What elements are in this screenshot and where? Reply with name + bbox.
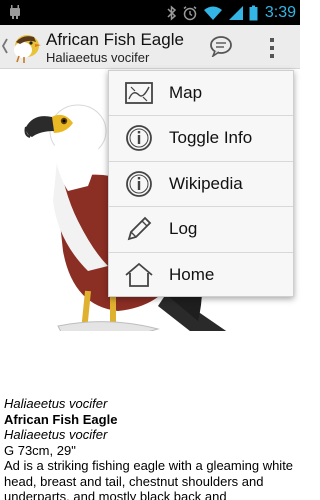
chat-bubble-icon[interactable] xyxy=(209,35,233,62)
scientific-name-repeat: Haliaeetus vocifer xyxy=(4,427,108,442)
android-notification-icon xyxy=(6,3,24,26)
menu-item-label: Log xyxy=(169,219,198,239)
bluetooth-icon xyxy=(167,4,176,21)
menu-item-toggle-info[interactable]: Toggle Info xyxy=(109,116,293,162)
menu-item-map[interactable]: Map xyxy=(109,71,293,117)
menu-item-label: Map xyxy=(169,83,203,102)
pencil-icon xyxy=(127,216,152,241)
app-logo-bird-icon[interactable] xyxy=(10,30,42,64)
action-bar: African Fish Eagle Haliaeetus vocifer xyxy=(0,25,300,69)
map-icon xyxy=(125,82,153,104)
species-description: Haliaeetus vocifer African Fish Eagle Ha… xyxy=(4,396,298,500)
overflow-menu-icon[interactable] xyxy=(266,37,278,59)
status-bar: 3:39 xyxy=(0,0,300,25)
info-icon xyxy=(126,170,152,197)
wifi-icon xyxy=(203,6,222,20)
description-text: Ad is a striking fishing eagle with a gl… xyxy=(4,458,294,500)
alarm-icon xyxy=(183,5,197,20)
scientific-name: Haliaeetus vocifer xyxy=(4,396,108,411)
up-caret-icon[interactable] xyxy=(1,36,9,61)
menu-item-home[interactable]: Home xyxy=(109,253,293,298)
menu-item-wikipedia[interactable]: Wikipedia xyxy=(109,162,293,208)
menu-item-label: Toggle Info xyxy=(169,128,253,148)
menu-item-log[interactable]: Log xyxy=(109,207,293,253)
page-subtitle: Haliaeetus vocifer xyxy=(46,50,150,65)
home-icon xyxy=(125,262,153,287)
overflow-menu: Map Toggle Info Wikipedia Log Home xyxy=(108,70,294,297)
status-clock: 3:39 xyxy=(264,3,296,21)
menu-item-label: Wikipedia xyxy=(169,173,243,193)
menu-item-label: Home xyxy=(169,264,215,284)
size-text: G 73cm, 29" xyxy=(4,442,76,458)
page-title: African Fish Eagle xyxy=(46,30,184,49)
common-name: African Fish Eagle xyxy=(4,411,118,427)
battery-icon xyxy=(249,5,258,20)
info-icon xyxy=(126,125,152,152)
signal-icon xyxy=(228,5,243,20)
